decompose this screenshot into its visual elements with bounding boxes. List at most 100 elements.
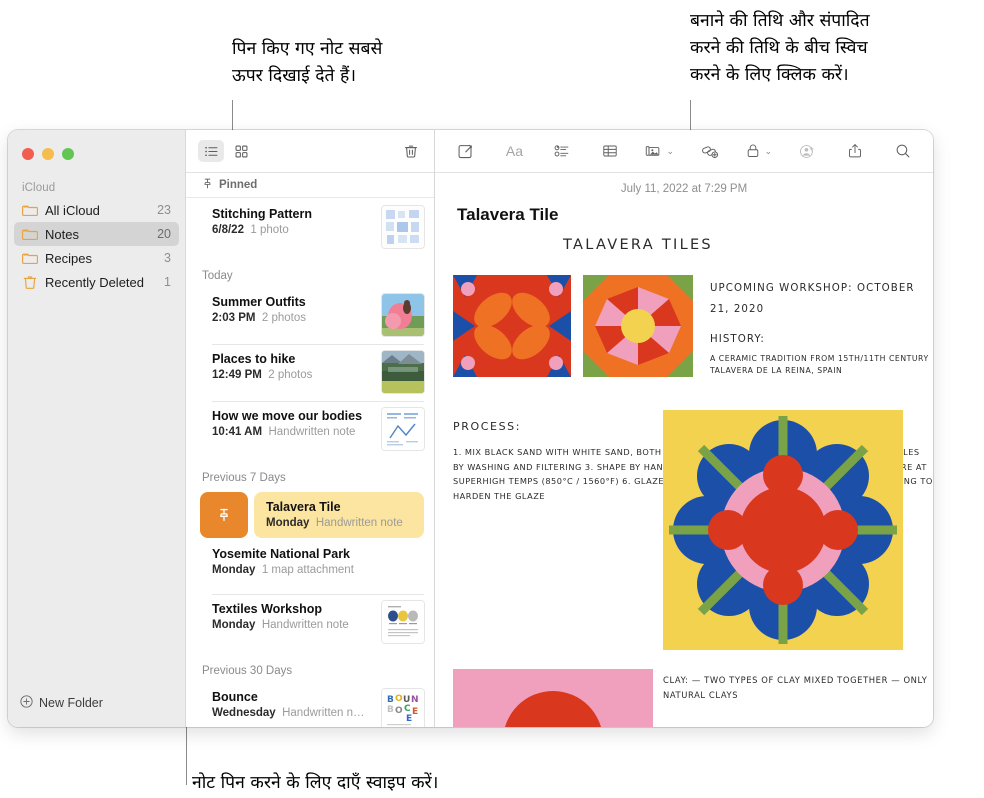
sidebar-item-label: Recipes xyxy=(45,250,92,266)
list-item[interactable]: Yosemite National Park Monday 1 map atta… xyxy=(186,540,434,594)
note-thumbnail xyxy=(382,601,424,643)
sidebar-item-label: Recently Deleted xyxy=(45,274,144,290)
svg-text:N: N xyxy=(411,695,419,705)
note-date: Monday xyxy=(212,619,256,631)
maximize-button[interactable] xyxy=(62,148,74,160)
svg-text:E: E xyxy=(412,707,418,717)
note-thumbnail xyxy=(382,206,424,248)
minimize-button[interactable] xyxy=(42,148,54,160)
note-date: 12:49 PM xyxy=(212,369,262,381)
tile-image-pink-partial xyxy=(453,669,653,727)
gallery-view-button[interactable] xyxy=(228,140,254,162)
new-folder-label: New Folder xyxy=(39,696,103,710)
note-date: Monday xyxy=(266,517,310,529)
folder-icon xyxy=(22,202,38,218)
add-people-button[interactable] xyxy=(791,139,823,163)
note-title: Textiles Workshop xyxy=(212,602,322,616)
note-attachment-info: 2 photos xyxy=(261,312,306,324)
handwritten-workshop: UPCOMING WORKSHOP: OCTOBER 21, 2020 xyxy=(710,283,915,315)
list-view-button[interactable] xyxy=(198,140,224,162)
sidebar-item-count: 20 xyxy=(157,227,171,241)
note-thumbnail xyxy=(382,294,424,336)
callout-swipe-to-pin: नोट पिन करने के लिए दाएँ स्वाइप करें। xyxy=(192,773,439,793)
add-link-button[interactable] xyxy=(694,139,726,163)
handwritten-heading: TALAVERA TILES xyxy=(563,237,713,253)
list-item[interactable]: Summer Outfits 2:03 PM 2 photos xyxy=(186,288,434,344)
note-date: Wednesday xyxy=(212,707,276,719)
new-folder-button[interactable]: New Folder xyxy=(8,695,185,727)
list-group-header-previous-30-days: Previous 30 Days xyxy=(202,665,293,677)
pinned-label: Pinned xyxy=(219,179,258,191)
lock-button[interactable]: ⌄ xyxy=(742,139,775,163)
note-title: Talavera Tile xyxy=(266,500,341,514)
list-item[interactable]: Stitching Pattern 6/8/22 1 photo xyxy=(186,198,434,256)
note-title: Bounce xyxy=(212,690,258,704)
list-group-header-previous-7-days: Previous 7 Days xyxy=(202,472,286,484)
note-timestamp[interactable]: July 11, 2022 at 7:29 PM xyxy=(435,173,933,195)
delete-note-button[interactable] xyxy=(398,140,424,162)
svg-text:B: B xyxy=(387,695,394,705)
list-item-talavera-tile[interactable]: Talavera Tile Monday Handwritten note xyxy=(254,492,424,538)
note-attachment-info: 1 map attachment xyxy=(261,564,354,576)
search-button[interactable] xyxy=(887,139,919,163)
sidebar-item-recipes[interactable]: Recipes 3 xyxy=(14,246,179,270)
list-item[interactable]: How we move our bodies 10:41 AM Handwrit… xyxy=(186,402,434,458)
list-toolbar xyxy=(186,130,434,173)
sidebar-item-notes[interactable]: Notes 20 xyxy=(14,222,179,246)
note-title: Stitching Pattern xyxy=(212,207,313,221)
close-button[interactable] xyxy=(22,148,34,160)
chevron-down-icon: ⌄ xyxy=(666,145,674,156)
note-attachment-info: Handwritten note xyxy=(268,426,356,438)
note-meta: Monday Handwritten note xyxy=(212,617,374,633)
chevron-down-icon: ⌄ xyxy=(764,145,772,156)
sidebar-item-recently-deleted[interactable]: Recently Deleted 1 xyxy=(14,270,179,294)
table-button[interactable] xyxy=(594,139,626,163)
share-button[interactable] xyxy=(839,139,871,163)
note-title: How we move our bodies xyxy=(212,409,363,423)
note-detail-pane: Aa ⌄ ⌄ July 11, 2022 at 7:29 PM Talavera… xyxy=(434,130,933,727)
note-attachment-info: 1 photo xyxy=(250,224,289,236)
note-meta: 10:41 AM Handwritten note xyxy=(212,424,374,440)
sidebar-item-label: Notes xyxy=(45,226,79,242)
sidebar-item-all-icloud[interactable]: All iCloud 23 xyxy=(14,198,179,222)
trash-icon xyxy=(22,274,38,290)
list-item[interactable]: Bounce Wednesday Handwritten n… BOUNBOCE… xyxy=(186,683,434,727)
notes-list-scroller[interactable]: Stitching Pattern 6/8/22 1 photo Today S… xyxy=(186,198,434,727)
note-meta: Monday 1 map attachment xyxy=(212,562,424,578)
svg-text:C: C xyxy=(404,704,411,714)
handwritten-history-body: A CERAMIC TRADITION FROM 15TH/11TH CENTU… xyxy=(710,354,929,375)
plus-circle-icon xyxy=(20,695,33,711)
pin-icon xyxy=(202,178,213,192)
media-button[interactable]: ⌄ xyxy=(642,139,677,163)
note-thumbnail xyxy=(382,351,424,393)
tile-image-butterfly xyxy=(453,275,571,377)
note-thumbnail xyxy=(382,408,424,450)
sidebar-section-header: iCloud xyxy=(22,182,56,194)
format-aa-icon: Aa xyxy=(505,143,524,159)
format-button[interactable]: Aa xyxy=(498,139,530,163)
svg-text:E: E xyxy=(406,714,412,724)
notes-app-window: iCloud All iCloud 23 Notes 20 Recipes 3 xyxy=(8,130,933,727)
compose-note-button[interactable] xyxy=(449,139,481,163)
checklist-button[interactable] xyxy=(546,139,578,163)
list-item-swiped[interactable]: Talavera Tile Monday Handwritten note xyxy=(186,490,434,540)
note-content[interactable]: July 11, 2022 at 7:29 PM Talavera Tile T… xyxy=(435,173,933,727)
list-item[interactable]: Places to hike 12:49 PM 2 photos xyxy=(186,345,434,401)
window-controls xyxy=(8,130,185,160)
note-heading: Talavera Tile xyxy=(457,205,559,224)
sidebar-item-count: 1 xyxy=(164,275,171,289)
note-thumbnail: BOUNBOCEE xyxy=(382,689,424,727)
notes-list-column: Pinned Stitching Pattern 6/8/22 1 photo … xyxy=(185,130,434,727)
note-meta: 6/8/22 1 photo xyxy=(212,222,374,238)
swipe-pin-button[interactable] xyxy=(200,492,248,538)
note-attachment-info: Handwritten n… xyxy=(282,707,365,719)
list-item[interactable]: Textiles Workshop Monday Handwritten not… xyxy=(186,595,434,651)
note-meta: Wednesday Handwritten n… xyxy=(212,705,374,721)
note-date: 10:41 AM xyxy=(212,426,263,438)
sidebar-item-count: 3 xyxy=(164,251,171,265)
list-group-header-today: Today xyxy=(202,270,233,282)
note-title: Summer Outfits xyxy=(212,295,306,309)
handwritten-history-heading: HISTORY: xyxy=(710,334,765,345)
folder-icon xyxy=(22,226,38,242)
note-date: Monday xyxy=(212,564,256,576)
